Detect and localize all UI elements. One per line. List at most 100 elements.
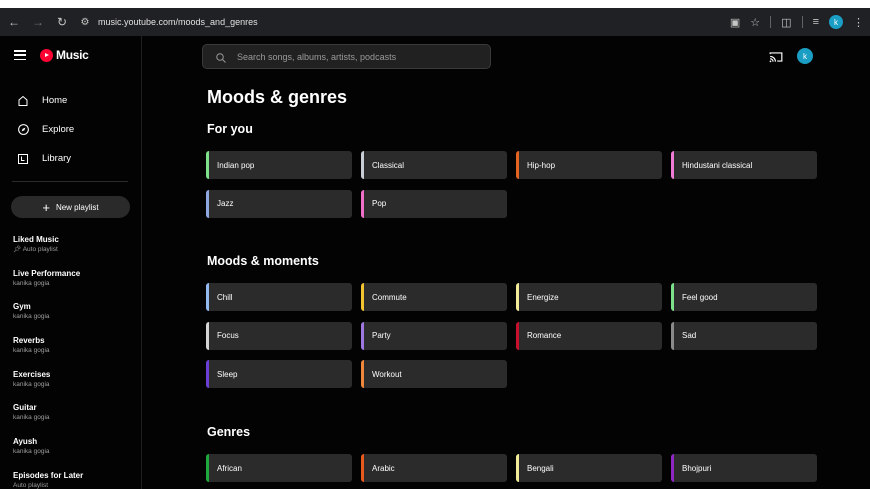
- chip-label: Jazz: [217, 199, 234, 208]
- bookmark-star-icon[interactable]: ☆: [750, 16, 760, 29]
- chip-label: Focus: [217, 331, 239, 340]
- user-avatar[interactable]: k: [797, 48, 813, 64]
- chip-accent-bar: [361, 360, 364, 388]
- playlist-item[interactable]: Live Performance kanika gogia: [13, 268, 138, 302]
- library-icon: [16, 152, 30, 166]
- sidebar-item-label: Home: [42, 95, 68, 106]
- playlist-subtitle: Auto playlist: [13, 481, 49, 489]
- chip-accent-bar: [516, 454, 519, 482]
- scrollbar[interactable]: [866, 36, 870, 489]
- chip-label: Bengali: [527, 463, 554, 473]
- chip-label: Sleep: [217, 369, 238, 379]
- logo[interactable]: Music: [40, 48, 89, 62]
- category-chip[interactable]: Arabic: [361, 454, 507, 482]
- toolbar-separator: [770, 16, 772, 28]
- category-chip[interactable]: Bhojpuri: [671, 454, 817, 482]
- chip-accent-bar: [361, 321, 364, 350]
- playlist-subtitle: kanika gogia: [13, 279, 50, 287]
- category-chip[interactable]: Romance: [516, 321, 662, 350]
- chip-accent-bar: [206, 283, 209, 311]
- chip-label: Chill: [217, 292, 233, 302]
- category-chip[interactable]: Commute: [361, 283, 507, 311]
- chip-accent-bar: [516, 321, 519, 350]
- chip-accent-bar: [671, 454, 674, 482]
- category-chip[interactable]: Energize: [516, 283, 662, 311]
- chip-label: Classical: [372, 160, 405, 170]
- sidebar-item-library[interactable]: Library: [0, 144, 141, 173]
- playlist-item[interactable]: Guitar kanika gogia: [13, 402, 138, 436]
- sidebar: Music Home Explore Library + New playlis…: [0, 36, 142, 489]
- playlist-name: Liked Music: [13, 235, 59, 244]
- new-playlist-label: New playlist: [55, 202, 99, 212]
- playlist-list: Liked Music 📌︎ Auto playlist Live Perfor…: [13, 234, 138, 489]
- chip-accent-bar: [671, 151, 674, 179]
- media-controls-icon[interactable]: ≡: [813, 16, 819, 28]
- reload-icon[interactable]: ↻: [54, 14, 70, 30]
- menu-hamburger-icon[interactable]: [14, 50, 26, 60]
- search-box[interactable]: [202, 44, 491, 69]
- category-chip[interactable]: Jazz: [206, 189, 352, 218]
- playlist-item[interactable]: Episodes for Later Auto playlist: [13, 470, 138, 489]
- category-chip[interactable]: African: [206, 454, 352, 482]
- playlist-subtitle-text: Auto playlist: [22, 246, 58, 253]
- category-chip[interactable]: Hindustani classical: [671, 151, 817, 179]
- category-chip[interactable]: Sleep: [206, 360, 352, 388]
- forward-arrow-icon[interactable]: →: [30, 14, 46, 30]
- playlist-name: Ayush: [13, 437, 38, 447]
- chip-label: Hindustani classical: [682, 160, 753, 170]
- sidebar-item-label: Explore: [42, 124, 75, 135]
- page-title: Moods & genres: [207, 87, 348, 107]
- playlist-item[interactable]: Reverbs kanika gogia: [13, 335, 138, 369]
- chip-label: Sad: [682, 331, 697, 340]
- category-chip[interactable]: Bengali: [516, 454, 662, 482]
- playlist-subtitle: 📌︎ Auto playlist: [13, 245, 138, 254]
- category-chip[interactable]: Pop: [361, 189, 507, 218]
- category-chip[interactable]: Focus: [206, 321, 352, 350]
- playlist-subtitle: kanika gogia: [13, 448, 50, 456]
- category-chip[interactable]: Indian pop: [206, 151, 352, 179]
- chip-accent-bar: [361, 283, 364, 311]
- cast-icon[interactable]: [769, 50, 783, 63]
- install-app-icon[interactable]: ▣: [730, 16, 740, 29]
- chip-accent-bar: [516, 283, 519, 311]
- url-text[interactable]: music.youtube.com/moods_and_genres: [98, 17, 258, 27]
- category-chip[interactable]: Classical: [361, 151, 507, 179]
- chip-accent-bar: [361, 189, 364, 218]
- sidebar-item-explore[interactable]: Explore: [0, 115, 141, 144]
- playlist-name: Live Performance: [13, 268, 81, 278]
- pin-icon: 📌︎: [13, 246, 23, 253]
- new-playlist-button[interactable]: + New playlist: [11, 196, 130, 218]
- chrome-menu-icon[interactable]: ⋮: [853, 16, 864, 29]
- chip-label: Romance: [527, 331, 562, 340]
- category-chip[interactable]: Party: [361, 321, 507, 350]
- playlist-item[interactable]: Ayush kanika gogia: [13, 436, 138, 470]
- category-chip[interactable]: Feel good: [671, 283, 817, 311]
- chip-label: Arabic: [372, 463, 395, 473]
- compass-icon: [16, 123, 30, 137]
- site-settings-icon[interactable]: ⚙: [78, 15, 92, 29]
- sidebar-item-home[interactable]: Home: [0, 86, 141, 115]
- playlist-name: Gym: [13, 302, 31, 312]
- category-chip[interactable]: Chill: [206, 283, 352, 311]
- playlist-name: Guitar: [13, 403, 37, 413]
- playlist-item[interactable]: Exercises kanika gogia: [13, 369, 138, 403]
- category-chip[interactable]: Workout: [361, 360, 507, 388]
- chip-accent-bar: [361, 151, 364, 179]
- plus-icon: +: [42, 199, 50, 215]
- search-input[interactable]: [237, 51, 477, 62]
- sidebar-divider: [12, 181, 128, 182]
- playlist-item[interactable]: Liked Music 📌︎ Auto playlist: [13, 234, 138, 268]
- chip-label: Bhojpuri: [682, 463, 712, 473]
- back-arrow-icon[interactable]: ←: [6, 14, 22, 30]
- search-icon: [215, 51, 227, 63]
- address-bar[interactable]: ⚙ music.youtube.com/moods_and_genres: [78, 11, 730, 33]
- chip-accent-bar: [206, 321, 209, 350]
- category-chip[interactable]: Sad: [671, 321, 817, 350]
- profile-avatar[interactable]: k: [829, 15, 843, 29]
- playlist-item[interactable]: Gym kanika gogia: [13, 301, 138, 335]
- sidebar-item-label: Library: [42, 153, 72, 164]
- section-title-for-you: For you: [207, 122, 253, 136]
- chip-label: African: [217, 463, 242, 473]
- extensions-icon[interactable]: ◫: [781, 16, 791, 29]
- category-chip[interactable]: Hip-hop: [516, 151, 662, 179]
